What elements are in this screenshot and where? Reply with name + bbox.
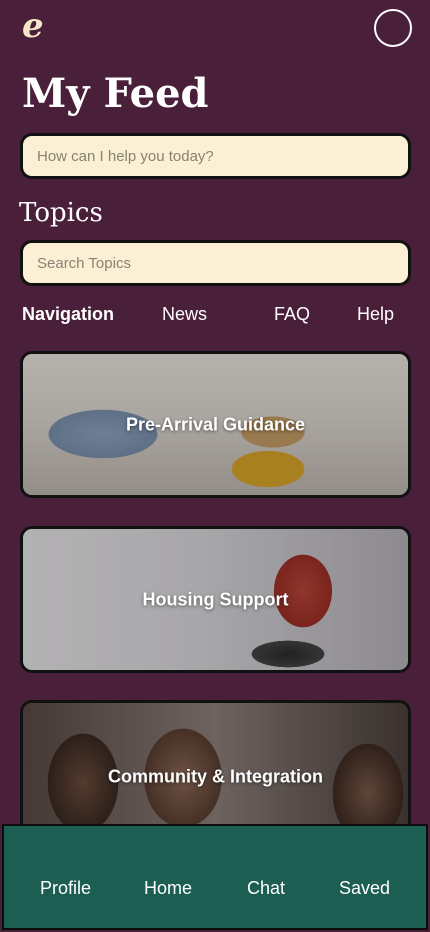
tab-faq[interactable]: FAQ [274,304,310,325]
card-pre-arrival-guidance[interactable]: Pre-Arrival Guidance [20,351,411,498]
nav-home[interactable]: Home [144,878,192,899]
bottom-nav: Profile Home Chat Saved [2,824,428,930]
tab-navigation[interactable]: Navigation [22,304,114,325]
nav-chat[interactable]: Chat [247,878,285,899]
page-title: My Feed [22,70,209,117]
card-label: Community & Integration [108,766,323,787]
nav-saved[interactable]: Saved [339,878,390,899]
card-label: Pre-Arrival Guidance [125,414,306,434]
app-logo: e [22,6,44,46]
nav-profile[interactable]: Profile [40,878,91,899]
ask-input[interactable] [20,133,411,179]
card-label: Housing Support [142,589,289,609]
tab-news[interactable]: News [162,304,207,325]
tab-help[interactable]: Help [357,304,394,325]
profile-avatar[interactable] [374,9,412,47]
topics-heading: Topics [19,198,103,228]
topics-search-input[interactable] [20,240,411,286]
topic-tabs: Navigation News FAQ Help [0,304,430,332]
top-bar: e [0,0,430,60]
card-housing-support[interactable]: Housing Support [20,526,411,673]
